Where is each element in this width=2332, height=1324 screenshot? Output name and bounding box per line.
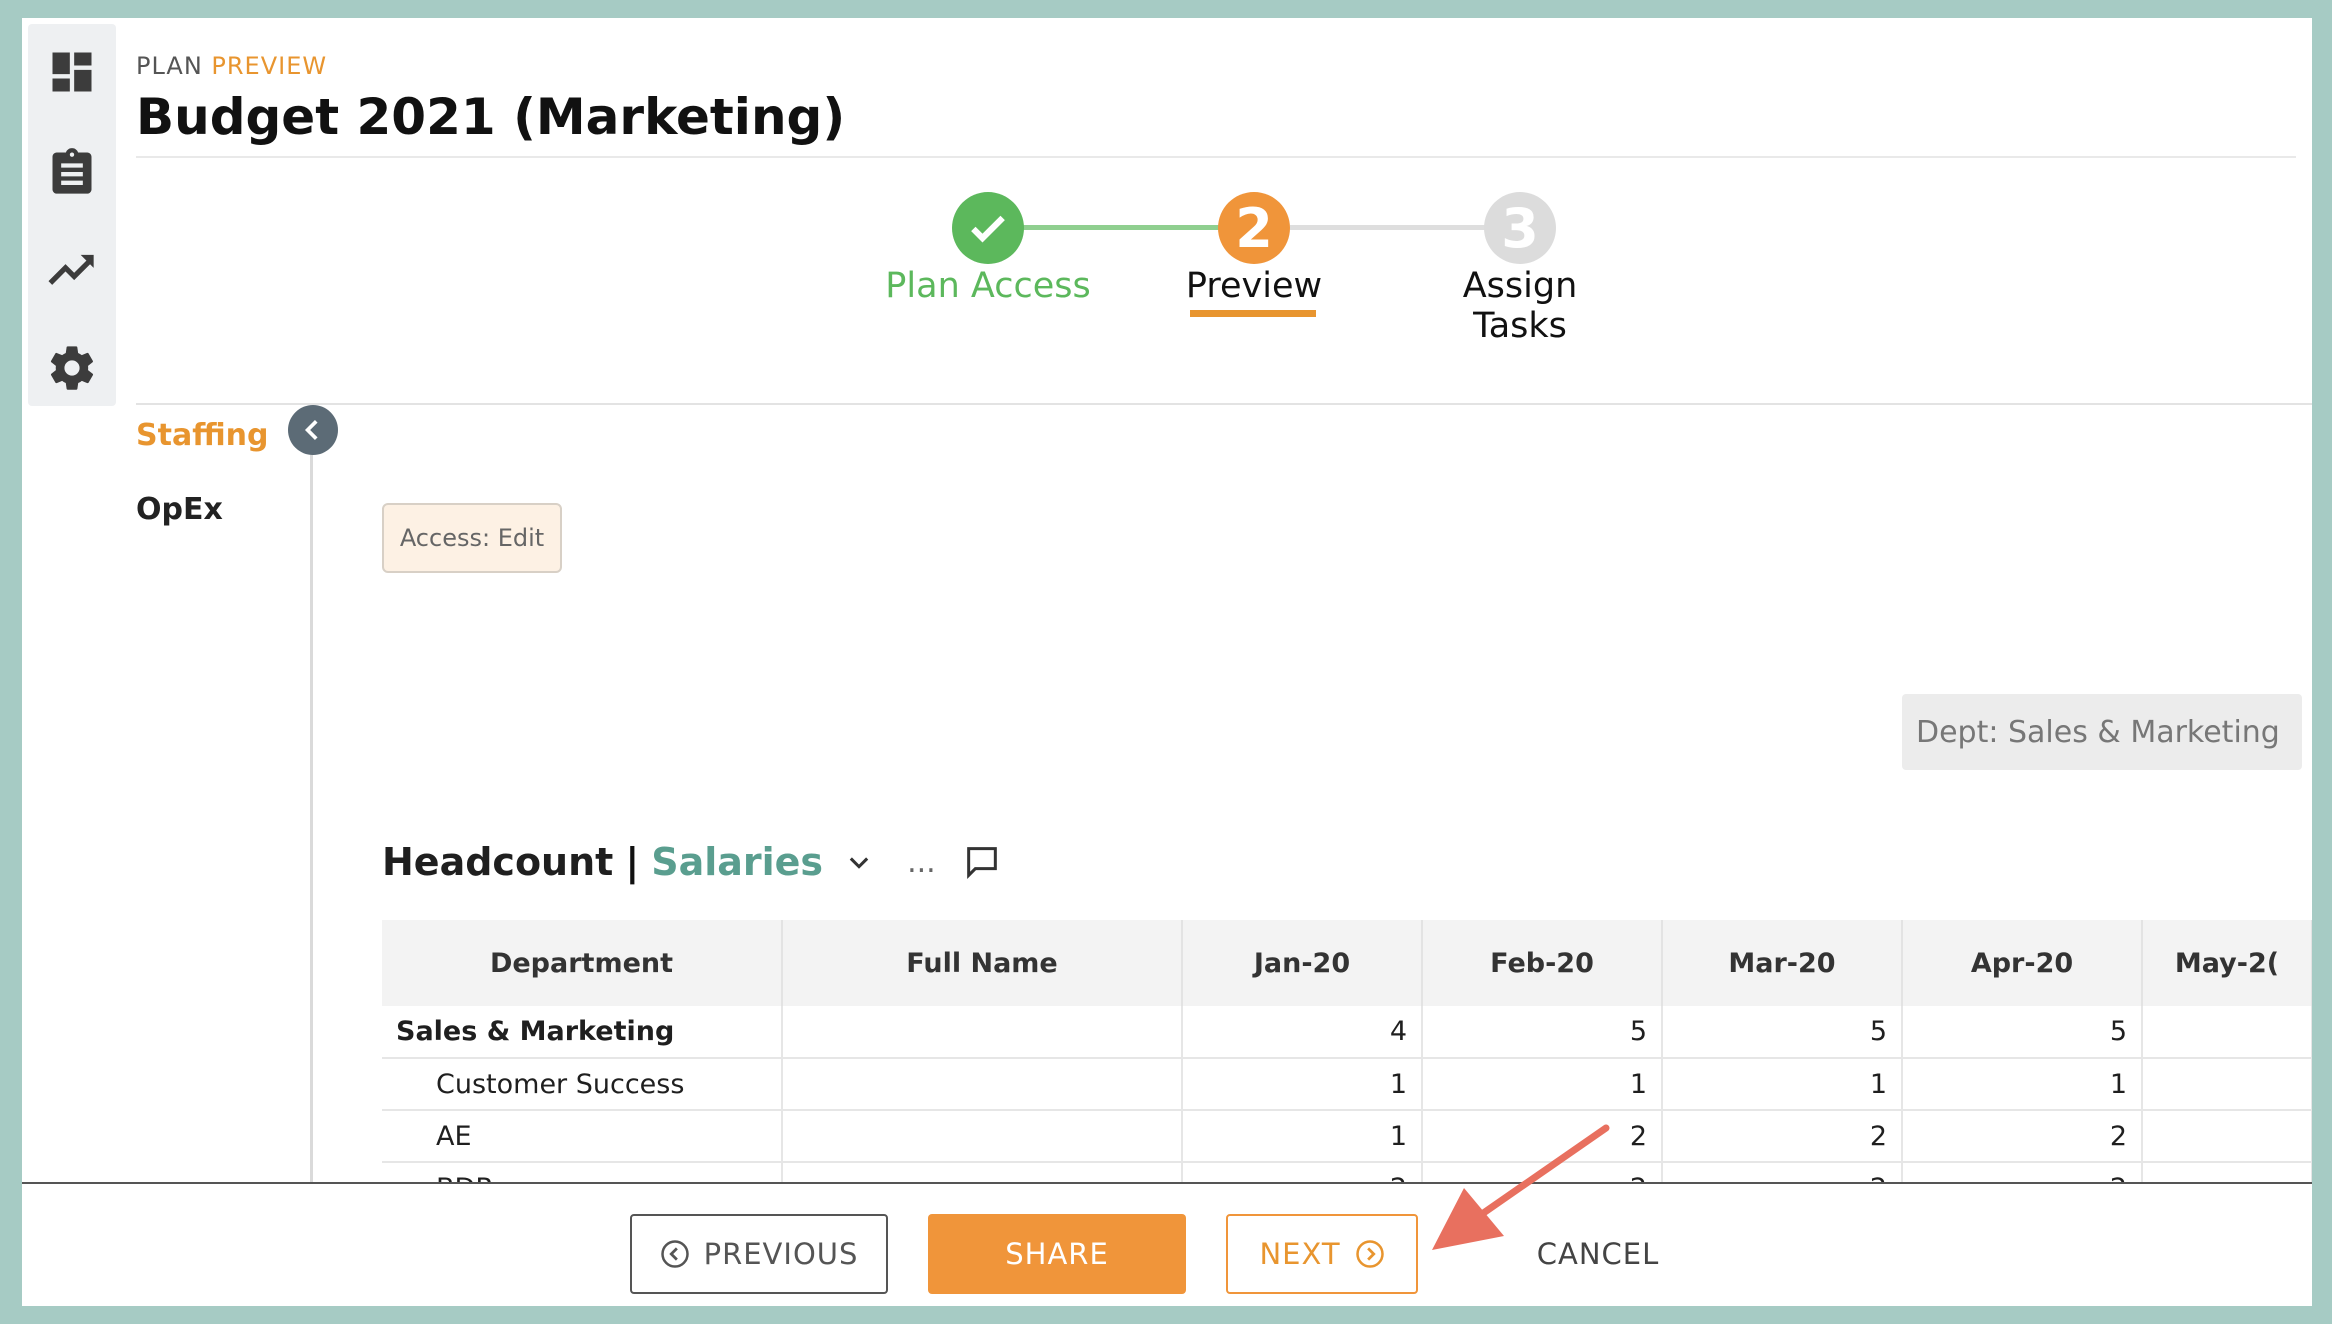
dept-filter[interactable]: Dept: Sales & Marketing xyxy=(1902,694,2302,770)
section-separator: | xyxy=(625,840,640,884)
sidenav-item-staffing[interactable]: Staffing xyxy=(136,418,268,453)
value-cell[interactable] xyxy=(2142,1110,2312,1163)
column-header[interactable]: Mar-20 xyxy=(1662,920,1903,1006)
access-badge: Access: Edit xyxy=(382,503,562,573)
value-cell[interactable] xyxy=(2142,1006,2312,1059)
settings-button[interactable] xyxy=(46,342,98,394)
clipboard-button[interactable] xyxy=(46,146,98,198)
value-cell[interactable]: 1 xyxy=(1662,1058,1903,1111)
name-cell[interactable] xyxy=(782,1058,1183,1111)
content-divider xyxy=(136,403,2312,405)
table-header-row: Department Full Name Jan-20 Feb-20 Mar-2… xyxy=(382,920,2312,1006)
circle-chevron-left-icon xyxy=(660,1240,689,1268)
table-row[interactable]: Sales & Marketing 4 5 5 5 xyxy=(382,1006,2312,1059)
dept-cell[interactable]: AE xyxy=(382,1110,783,1163)
value-cell[interactable]: 5 xyxy=(1902,1006,2143,1059)
table-row[interactable]: Customer Success 1 1 1 1 xyxy=(382,1058,2312,1111)
dashboard-button[interactable] xyxy=(46,46,98,98)
step-connector-1 xyxy=(1022,225,1222,230)
checkmark-icon xyxy=(971,215,1005,243)
header-divider xyxy=(136,156,2296,158)
share-label: SHARE xyxy=(1005,1237,1109,1271)
chevron-down-icon[interactable] xyxy=(845,848,873,876)
step-2-circle[interactable]: 2 xyxy=(1218,192,1290,264)
eyebrow-accent: PREVIEW xyxy=(211,52,328,80)
previous-button[interactable]: PREVIOUS xyxy=(630,1214,888,1294)
section-subtitle[interactable]: Salaries xyxy=(651,840,823,884)
more-options-button[interactable]: ... xyxy=(907,845,936,880)
plan-eyebrow: PLAN PREVIEW xyxy=(136,52,327,80)
value-cell[interactable]: 2 xyxy=(1662,1110,1903,1163)
step-3-circle[interactable]: 3 xyxy=(1484,192,1556,264)
value-cell[interactable] xyxy=(2142,1058,2312,1111)
dashboard-icon xyxy=(52,52,92,92)
column-header[interactable]: Jan-20 xyxy=(1182,920,1423,1006)
sidenav-item-opex[interactable]: OpEx xyxy=(136,492,223,527)
active-step-underline xyxy=(1190,310,1316,317)
section-title: Headcount xyxy=(382,840,614,884)
app-window: PLAN PREVIEW Budget 2021 (Marketing) Pla… xyxy=(22,18,2312,1306)
trending-up-icon xyxy=(48,254,94,285)
value-cell[interactable]: 4 xyxy=(1182,1006,1423,1059)
share-button[interactable]: SHARE xyxy=(928,1214,1186,1294)
analytics-button[interactable] xyxy=(46,244,98,296)
annotation-arrow-icon xyxy=(1432,1124,1610,1250)
step-connector-2 xyxy=(1290,225,1490,230)
step-1-label[interactable]: Plan Access xyxy=(862,266,1114,306)
next-label: NEXT xyxy=(1259,1237,1341,1271)
table-row[interactable]: AE 1 2 2 2 xyxy=(382,1110,2312,1163)
eyebrow-prefix: PLAN xyxy=(136,52,203,80)
step-1-circle[interactable] xyxy=(952,192,1024,264)
value-cell[interactable]: 1 xyxy=(1422,1058,1663,1111)
headcount-table: Department Full Name Jan-20 Feb-20 Mar-2… xyxy=(382,920,2312,1215)
name-cell[interactable] xyxy=(782,1006,1183,1059)
value-cell[interactable]: 1 xyxy=(1182,1110,1423,1163)
value-cell[interactable]: 1 xyxy=(1902,1058,2143,1111)
comment-icon[interactable] xyxy=(962,842,1002,882)
column-header[interactable]: May-2( xyxy=(2142,920,2312,1006)
footer-action-bar: PREVIOUS SHARE NEXT CANCEL xyxy=(22,1182,2312,1306)
gear-icon xyxy=(50,346,94,390)
next-button[interactable]: NEXT xyxy=(1226,1214,1418,1294)
sidenav-divider xyxy=(310,455,313,1215)
dept-cell[interactable]: Customer Success xyxy=(382,1058,783,1111)
column-header[interactable]: Feb-20 xyxy=(1422,920,1663,1006)
left-rail xyxy=(28,24,116,406)
dept-cell[interactable]: Sales & Marketing xyxy=(382,1006,783,1059)
previous-label: PREVIOUS xyxy=(703,1237,859,1271)
value-cell[interactable]: 5 xyxy=(1422,1006,1663,1059)
circle-chevron-right-icon xyxy=(1355,1240,1384,1268)
step-3-label[interactable]: Assign Tasks xyxy=(1412,266,1628,346)
section-header: Headcount | Salaries ... xyxy=(382,832,1002,892)
collapse-sidenav-button[interactable] xyxy=(288,405,338,455)
name-cell[interactable] xyxy=(782,1110,1183,1163)
column-header[interactable]: Full Name xyxy=(782,920,1183,1006)
page-title: Budget 2021 (Marketing) xyxy=(136,88,846,146)
value-cell[interactable]: 2 xyxy=(1902,1110,2143,1163)
step-2-label[interactable]: Preview xyxy=(1152,266,1356,306)
clipboard-icon xyxy=(52,148,92,194)
column-header[interactable]: Department xyxy=(382,920,783,1006)
value-cell[interactable]: 1 xyxy=(1182,1058,1423,1111)
chevron-left-icon xyxy=(304,420,318,440)
column-header[interactable]: Apr-20 xyxy=(1902,920,2143,1006)
value-cell[interactable]: 5 xyxy=(1662,1006,1903,1059)
